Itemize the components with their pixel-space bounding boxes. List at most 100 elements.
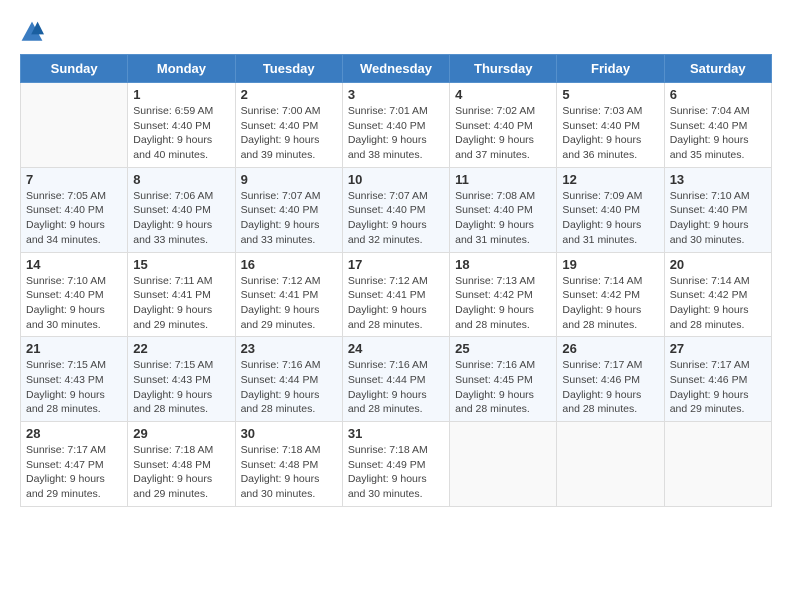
calendar-cell: 18 Sunrise: 7:13 AM Sunset: 4:42 PM Dayli… (450, 252, 557, 337)
day-info: Sunrise: 7:07 AM Sunset: 4:40 PM Dayligh… (241, 189, 337, 248)
day-info: Sunrise: 7:08 AM Sunset: 4:40 PM Dayligh… (455, 189, 551, 248)
calendar-header-tuesday: Tuesday (235, 55, 342, 83)
day-info: Sunrise: 7:00 AM Sunset: 4:40 PM Dayligh… (241, 104, 337, 163)
day-info: Sunrise: 7:03 AM Sunset: 4:40 PM Dayligh… (562, 104, 658, 163)
day-number: 24 (348, 341, 444, 356)
calendar-cell: 21Sunrise: 7:15 AM Sunset: 4:43 PM Dayli… (21, 337, 128, 422)
day-number: 16 (241, 257, 337, 272)
calendar-cell (450, 422, 557, 507)
day-number: 10 (348, 172, 444, 187)
day-number: 21 (26, 341, 122, 356)
day-number: 29 (133, 426, 229, 441)
day-number: 20 (670, 257, 766, 272)
day-number: 18 (455, 257, 551, 272)
calendar-cell: 23 Sunrise: 7:16 AM Sunset: 4:44 PM Dayli… (235, 337, 342, 422)
calendar-cell: 19Sunrise: 7:14 AM Sunset: 4:42 PM Dayli… (557, 252, 664, 337)
calendar-cell: 12 Sunrise: 7:09 AM Sunset: 4:40 PM Dayli… (557, 167, 664, 252)
day-info: Sunrise: 7:04 AM Sunset: 4:40 PM Dayligh… (670, 104, 766, 163)
logo (20, 20, 48, 44)
calendar-table: SundayMondayTuesdayWednesdayThursdayFrid… (20, 54, 772, 507)
calendar-cell: 7 Sunrise: 7:05 AM Sunset: 4:40 PM Daylig… (21, 167, 128, 252)
calendar-week-row-3: 14Sunrise: 7:10 AM Sunset: 4:40 PM Dayli… (21, 252, 772, 337)
day-number: 26 (562, 341, 658, 356)
calendar-cell: 14Sunrise: 7:10 AM Sunset: 4:40 PM Dayli… (21, 252, 128, 337)
day-info: Sunrise: 7:16 AM Sunset: 4:45 PM Dayligh… (455, 358, 551, 417)
calendar-cell: 30 Sunrise: 7:18 AM Sunset: 4:48 PM Dayli… (235, 422, 342, 507)
calendar-header-monday: Monday (128, 55, 235, 83)
calendar-cell: 31Sunrise: 7:18 AM Sunset: 4:49 PM Dayli… (342, 422, 449, 507)
day-number: 3 (348, 87, 444, 102)
day-number: 7 (26, 172, 122, 187)
calendar-cell: 4 Sunrise: 7:02 AM Sunset: 4:40 PM Daylig… (450, 83, 557, 168)
calendar-cell: 2 Sunrise: 7:00 AM Sunset: 4:40 PM Daylig… (235, 83, 342, 168)
day-number: 15 (133, 257, 229, 272)
calendar-header-saturday: Saturday (664, 55, 771, 83)
day-number: 6 (670, 87, 766, 102)
day-number: 9 (241, 172, 337, 187)
day-info: Sunrise: 7:06 AM Sunset: 4:40 PM Dayligh… (133, 189, 229, 248)
calendar-week-row-1: 1 Sunrise: 6:59 AM Sunset: 4:40 PM Daylig… (21, 83, 772, 168)
calendar-cell: 16 Sunrise: 7:12 AM Sunset: 4:41 PM Dayli… (235, 252, 342, 337)
day-number: 12 (562, 172, 658, 187)
calendar-header-row: SundayMondayTuesdayWednesdayThursdayFrid… (21, 55, 772, 83)
day-info: Sunrise: 7:02 AM Sunset: 4:40 PM Dayligh… (455, 104, 551, 163)
day-number: 28 (26, 426, 122, 441)
day-info: Sunrise: 7:12 AM Sunset: 4:41 PM Dayligh… (241, 274, 337, 333)
day-info: Sunrise: 7:18 AM Sunset: 4:48 PM Dayligh… (133, 443, 229, 502)
day-info: Sunrise: 7:17 AM Sunset: 4:46 PM Dayligh… (670, 358, 766, 417)
day-number: 2 (241, 87, 337, 102)
calendar-cell: 9 Sunrise: 7:07 AM Sunset: 4:40 PM Daylig… (235, 167, 342, 252)
day-number: 23 (241, 341, 337, 356)
day-info: Sunrise: 7:09 AM Sunset: 4:40 PM Dayligh… (562, 189, 658, 248)
calendar-cell (21, 83, 128, 168)
day-number: 1 (133, 87, 229, 102)
calendar-week-row-4: 21 Sunrise: 7:15 AM Sunset: 4:43 PM Dayli… (21, 337, 772, 422)
day-number: 22 (133, 341, 229, 356)
calendar-cell: 15 Sunrise: 7:11 AM Sunset: 4:41 PM Dayli… (128, 252, 235, 337)
day-number: 30 (241, 426, 337, 441)
calendar-week-row-5: 28Sunrise: 7:17 AM Sunset: 4:47 PM Dayli… (21, 422, 772, 507)
day-number: 25 (455, 341, 551, 356)
calendar-cell: 25 Sunrise: 7:16 AM Sunset: 4:45 PM Dayli… (450, 337, 557, 422)
day-info: Sunrise: 7:18 AM Sunset: 4:48 PM Dayligh… (241, 443, 337, 502)
day-info: Sunrise: 7:18 AM Sunset: 4:49 PM Dayligh… (348, 443, 444, 502)
day-info: Sunrise: 6:59 AM Sunset: 4:40 PM Dayligh… (133, 104, 229, 163)
calendar-header-friday: Friday (557, 55, 664, 83)
calendar-week-row-2: 7 Sunrise: 7:05 AM Sunset: 4:40 PM Daylig… (21, 167, 772, 252)
day-number: 8 (133, 172, 229, 187)
page-header (20, 20, 772, 44)
calendar-cell: 20 Sunrise: 7:14 AM Sunset: 4:42 PM Dayli… (664, 252, 771, 337)
day-info: Sunrise: 7:14 AM Sunset: 4:42 PM Dayligh… (670, 274, 766, 333)
day-number: 17 (348, 257, 444, 272)
day-number: 4 (455, 87, 551, 102)
day-number: 27 (670, 341, 766, 356)
calendar-cell: 24Sunrise: 7:16 AM Sunset: 4:44 PM Dayli… (342, 337, 449, 422)
calendar-cell (664, 422, 771, 507)
calendar-cell: 29 Sunrise: 7:18 AM Sunset: 4:48 PM Dayli… (128, 422, 235, 507)
day-info: Sunrise: 7:05 AM Sunset: 4:40 PM Dayligh… (26, 189, 122, 248)
day-info: Sunrise: 7:07 AM Sunset: 4:40 PM Dayligh… (348, 189, 444, 248)
day-info: Sunrise: 7:10 AM Sunset: 4:40 PM Dayligh… (26, 274, 122, 333)
calendar-cell: 27 Sunrise: 7:17 AM Sunset: 4:46 PM Dayli… (664, 337, 771, 422)
calendar-cell: 5Sunrise: 7:03 AM Sunset: 4:40 PM Daylig… (557, 83, 664, 168)
day-info: Sunrise: 7:12 AM Sunset: 4:41 PM Dayligh… (348, 274, 444, 333)
day-info: Sunrise: 7:17 AM Sunset: 4:46 PM Dayligh… (562, 358, 658, 417)
calendar-cell: 6 Sunrise: 7:04 AM Sunset: 4:40 PM Daylig… (664, 83, 771, 168)
calendar-header-sunday: Sunday (21, 55, 128, 83)
day-info: Sunrise: 7:16 AM Sunset: 4:44 PM Dayligh… (241, 358, 337, 417)
calendar-cell: 11 Sunrise: 7:08 AM Sunset: 4:40 PM Dayli… (450, 167, 557, 252)
day-info: Sunrise: 7:13 AM Sunset: 4:42 PM Dayligh… (455, 274, 551, 333)
day-info: Sunrise: 7:11 AM Sunset: 4:41 PM Dayligh… (133, 274, 229, 333)
calendar-cell: 13Sunrise: 7:10 AM Sunset: 4:40 PM Dayli… (664, 167, 771, 252)
day-number: 11 (455, 172, 551, 187)
calendar-header-thursday: Thursday (450, 55, 557, 83)
day-info: Sunrise: 7:15 AM Sunset: 4:43 PM Dayligh… (133, 358, 229, 417)
calendar-cell (557, 422, 664, 507)
calendar-cell: 3 Sunrise: 7:01 AM Sunset: 4:40 PM Daylig… (342, 83, 449, 168)
calendar-cell: 26 Sunrise: 7:17 AM Sunset: 4:46 PM Dayli… (557, 337, 664, 422)
day-info: Sunrise: 7:01 AM Sunset: 4:40 PM Dayligh… (348, 104, 444, 163)
calendar-cell: 28Sunrise: 7:17 AM Sunset: 4:47 PM Dayli… (21, 422, 128, 507)
calendar-header-wednesday: Wednesday (342, 55, 449, 83)
day-number: 19 (562, 257, 658, 272)
calendar-cell: 1 Sunrise: 6:59 AM Sunset: 4:40 PM Daylig… (128, 83, 235, 168)
